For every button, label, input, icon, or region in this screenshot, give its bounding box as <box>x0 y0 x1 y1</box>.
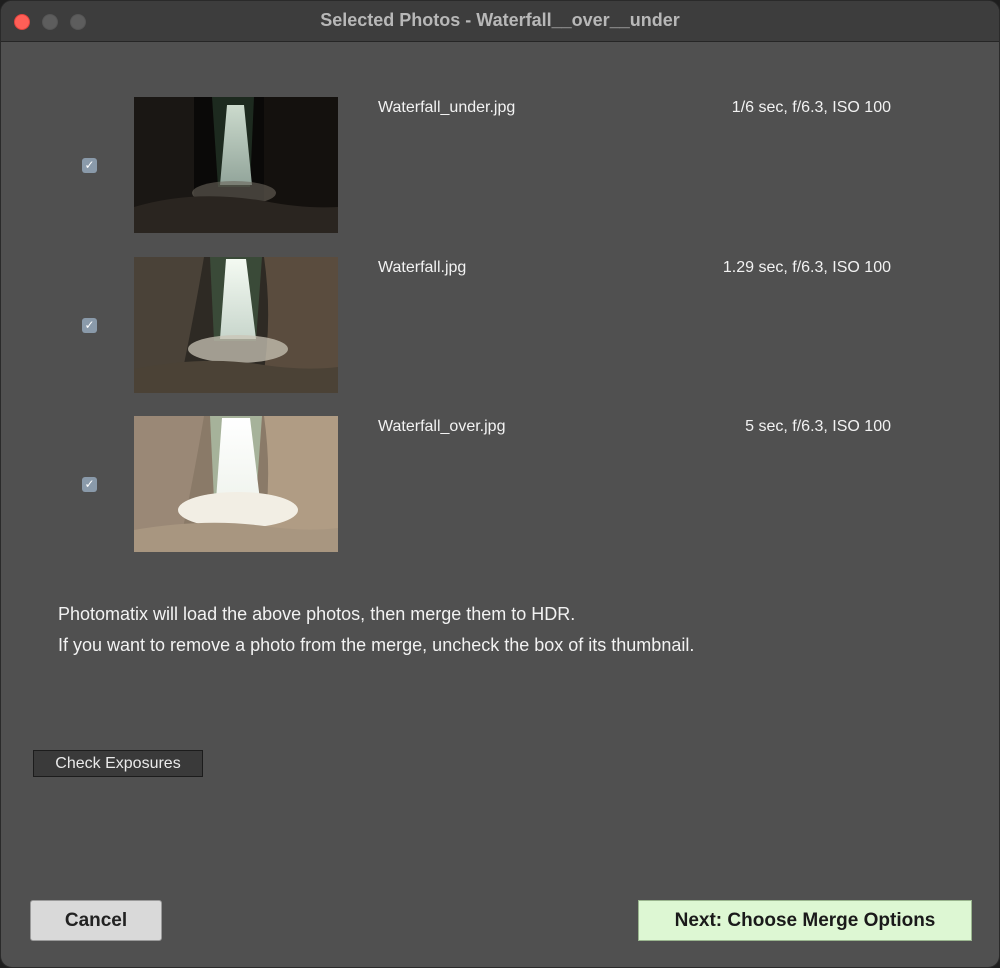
include-checkbox-under[interactable]: ✓ <box>82 158 97 173</box>
thumbnail-waterfall-over <box>134 416 338 552</box>
cancel-button[interactable]: Cancel <box>30 900 162 941</box>
check-exposures-button[interactable]: Check Exposures <box>33 750 203 777</box>
photo-filename: Waterfall.jpg <box>378 259 467 276</box>
title-bar[interactable]: Selected Photos - Waterfall__over__under <box>1 1 999 42</box>
photo-exposure-info: 5 sec, f/6.3, ISO 100 <box>745 418 891 435</box>
thumbnail-waterfall-under <box>134 97 338 233</box>
photo-filename: Waterfall_over.jpg <box>378 418 506 435</box>
info-text-line-1: Photomatix will load the above photos, t… <box>58 604 576 624</box>
photo-exposure-info: 1.29 sec, f/6.3, ISO 100 <box>722 259 891 276</box>
photo-exposure-info: 1/6 sec, f/6.3, ISO 100 <box>731 99 891 116</box>
window-title: Selected Photos - Waterfall__over__under <box>320 10 680 30</box>
photo-row-over: ✓ Waterfall_over.jpg 5 sec, f/6.3, ISO 1… <box>1 416 999 552</box>
dialog-window: Selected Photos - Waterfall__over__under… <box>0 0 1000 968</box>
include-checkbox-normal[interactable]: ✓ <box>82 318 97 333</box>
thumbnail-waterfall-normal <box>134 257 338 393</box>
photo-row-under: ✓ Waterfall_under.jpg 1/6 sec, f/6.3, IS… <box>1 97 999 233</box>
photo-filename: Waterfall_under.jpg <box>378 99 516 116</box>
info-text-line-2: If you want to remove a photo from the m… <box>58 635 695 655</box>
next-choose-merge-options-button[interactable]: Next: Choose Merge Options <box>638 900 972 941</box>
photo-row-normal: ✓ Waterfall.jpg 1.29 sec, f/6.3, ISO 100 <box>1 257 999 393</box>
include-checkbox-over[interactable]: ✓ <box>82 477 97 492</box>
